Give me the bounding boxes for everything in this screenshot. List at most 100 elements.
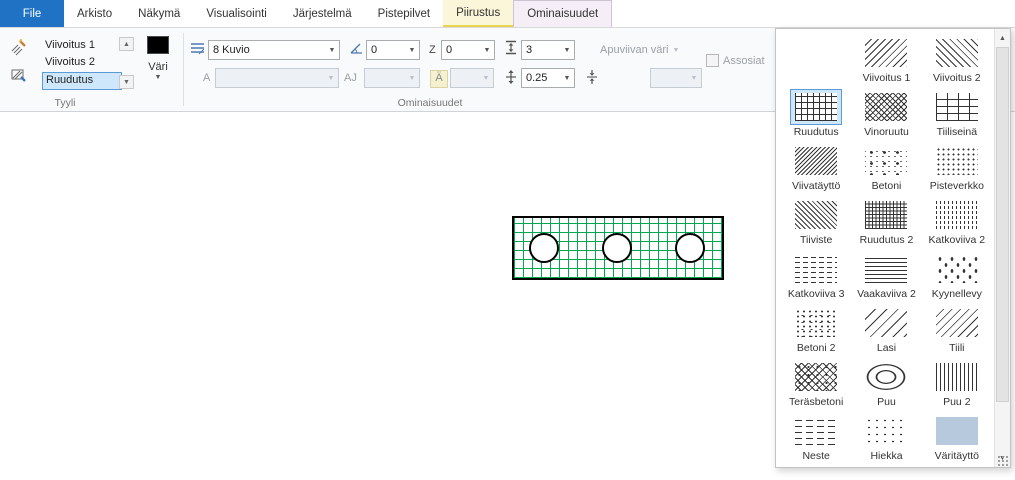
gallery-item-varitaytto[interactable]: Väritäyttö xyxy=(922,411,992,465)
pattern-swatch-box xyxy=(860,413,912,449)
pattern-label: Betoni xyxy=(872,180,902,192)
tab-nakyma[interactable]: Näkymä xyxy=(125,0,193,27)
drawing-hole[interactable] xyxy=(675,233,705,263)
pattern-label: Puu xyxy=(877,396,896,408)
offset-up-down-icon xyxy=(504,69,518,90)
pattern-swatch xyxy=(865,39,907,67)
resize-grip[interactable] xyxy=(997,455,1009,466)
gallery-item-katkoviiva-3[interactable]: Katkoviiva 3 xyxy=(781,249,851,303)
gallery-item-viivoitus-1[interactable]: Viivoitus 1 xyxy=(851,33,921,87)
associative-checkbox[interactable]: Assosiat xyxy=(706,54,765,67)
pattern-label: Tiiviste xyxy=(800,234,832,246)
gallery-item-pisteverkko[interactable]: Pisteverkko xyxy=(922,141,992,195)
drawing-plate[interactable] xyxy=(512,216,724,280)
tab-file[interactable]: File xyxy=(0,0,64,27)
aux-color-label: Apuviivan väri ▼ xyxy=(600,44,679,56)
gallery-item-empty[interactable] xyxy=(781,33,851,87)
angle-combo-value: 0 xyxy=(367,44,405,56)
pattern-swatch-box xyxy=(931,35,983,71)
aj-combo-disabled: ▼ xyxy=(364,68,420,88)
hatch-edit-button[interactable] xyxy=(8,65,30,87)
hatch-brush-icon xyxy=(10,67,28,85)
pattern-swatch-box xyxy=(790,35,842,71)
pattern-swatch xyxy=(795,255,837,283)
pattern-swatch-box xyxy=(860,143,912,179)
style-list-scroll-up[interactable]: ▲ xyxy=(119,37,134,51)
hatch-tool-button[interactable] xyxy=(8,36,30,58)
pattern-swatch-box xyxy=(860,89,912,125)
pattern-swatch xyxy=(936,363,978,391)
style-list-item-viivoitus-1[interactable]: Viivoitus 1 xyxy=(42,37,120,53)
chevron-down-icon: ▼ xyxy=(480,47,494,54)
tab-pistepilvet[interactable]: Pistepilvet xyxy=(365,0,443,27)
tab-arkisto[interactable]: Arkisto xyxy=(64,0,125,27)
gallery-item-tiiliseina[interactable]: Tiiliseinä xyxy=(922,87,992,141)
pattern-swatch-box xyxy=(931,197,983,233)
pattern-label: Viivoitus 2 xyxy=(933,72,981,84)
pattern-label: Kyynellevy xyxy=(932,288,982,300)
style-list-item-ruudutus-selected[interactable]: Ruudutus xyxy=(42,72,122,90)
scrollbar-thumb[interactable] xyxy=(996,47,1009,402)
gallery-item-ruudutus-2[interactable]: Ruudutus 2 xyxy=(851,195,921,249)
pattern-swatch xyxy=(795,417,837,445)
style-list-scroll-down[interactable]: ▼ xyxy=(119,75,134,89)
pattern-swatch xyxy=(865,93,907,121)
style-list-item-viivoitus-2[interactable]: Viivoitus 2 xyxy=(42,54,120,70)
scale-combo[interactable]: 0.25 ▼ xyxy=(521,68,575,88)
properties-group-label: Ominaisuudet xyxy=(330,97,530,109)
gallery-item-katkoviiva-2[interactable]: Katkoviiva 2 xyxy=(922,195,992,249)
pattern-swatch xyxy=(936,309,978,337)
z-combo[interactable]: 0 ▼ xyxy=(441,40,495,60)
gallery-item-ruudutus[interactable]: Ruudutus xyxy=(781,87,851,141)
angle-icon xyxy=(349,41,364,60)
gallery-item-viivoitus-2[interactable]: Viivoitus 2 xyxy=(922,33,992,87)
gallery-item-lasi[interactable]: Lasi xyxy=(851,303,921,357)
pattern-combo-value: 8 Kuvio xyxy=(209,44,325,56)
gallery-item-tiiviste[interactable]: Tiiviste xyxy=(781,195,851,249)
drawing-hole[interactable] xyxy=(602,233,632,263)
pattern-label: Tiiliseinä xyxy=(937,126,977,138)
pattern-label: Tiili xyxy=(949,342,964,354)
pattern-swatch xyxy=(865,417,907,445)
pattern-swatch-box xyxy=(860,251,912,287)
gallery-item-betoni[interactable]: Betoni xyxy=(851,141,921,195)
pattern-combo[interactable]: 8 Kuvio ▼ xyxy=(208,40,340,60)
tab-piirustus[interactable]: Piirustus xyxy=(443,0,513,27)
pattern-swatch-box xyxy=(931,305,983,341)
pattern-swatch xyxy=(865,201,907,229)
gallery-item-puu[interactable]: Puu xyxy=(851,357,921,411)
pattern-swatch-box xyxy=(931,251,983,287)
gallery-item-neste[interactable]: Neste xyxy=(781,411,851,465)
group-separator xyxy=(183,33,184,106)
color-button[interactable]: Väri ▼ xyxy=(140,36,176,100)
gallery-item-kyynellevy[interactable]: Kyynellevy xyxy=(922,249,992,303)
gallery-item-vaakaviiva-2[interactable]: Vaakaviiva 2 xyxy=(851,249,921,303)
gallery-item-tiili[interactable]: Tiili xyxy=(922,303,992,357)
ribbon-tab-bar: File ArkistoNäkymäVisualisointiJärjestel… xyxy=(0,0,1015,28)
spacing-combo[interactable]: 3 ▼ xyxy=(521,40,575,60)
checkbox-box xyxy=(706,54,719,67)
angle-combo[interactable]: 0 ▼ xyxy=(366,40,420,60)
gallery-item-viivataytto[interactable]: Viivatäyttö xyxy=(781,141,851,195)
pattern-gallery-grid: Viivoitus 1 Viivoitus 2 Ruudutus Vinoruu… xyxy=(781,33,992,463)
drawing-hole[interactable] xyxy=(529,233,559,263)
gallery-item-puu-2[interactable]: Puu 2 xyxy=(922,357,992,411)
gallery-item-vinoruutu[interactable]: Vinoruutu xyxy=(851,87,921,141)
tab-visualisointi[interactable]: Visualisointi xyxy=(193,0,280,27)
chevron-down-icon: ▼ xyxy=(560,75,574,82)
pattern-swatch-box xyxy=(931,413,983,449)
pattern-swatch xyxy=(936,201,978,229)
pattern-swatch xyxy=(795,309,837,337)
pattern-label: Katkoviiva 2 xyxy=(929,234,986,246)
a-combo-disabled: ▼ xyxy=(215,68,339,88)
gallery-item-betoni-2[interactable]: Betoni 2 xyxy=(781,303,851,357)
chevron-down-icon: ▼ xyxy=(405,75,419,82)
gallery-item-hiekka[interactable]: Hiekka xyxy=(851,411,921,465)
gallery-item-terasbetoni[interactable]: Teräsbetoni xyxy=(781,357,851,411)
pattern-swatch-box xyxy=(790,143,842,179)
gallery-scrollbar[interactable]: ▲ ▼ xyxy=(994,29,1010,467)
scroll-up-arrow-icon[interactable]: ▲ xyxy=(995,30,1010,46)
aux-color-label-text: Apuviivan väri xyxy=(600,44,668,56)
tab-ominaisuudet[interactable]: Ominaisuudet xyxy=(513,0,612,27)
tab-jarjestelma[interactable]: Järjestelmä xyxy=(280,0,365,27)
